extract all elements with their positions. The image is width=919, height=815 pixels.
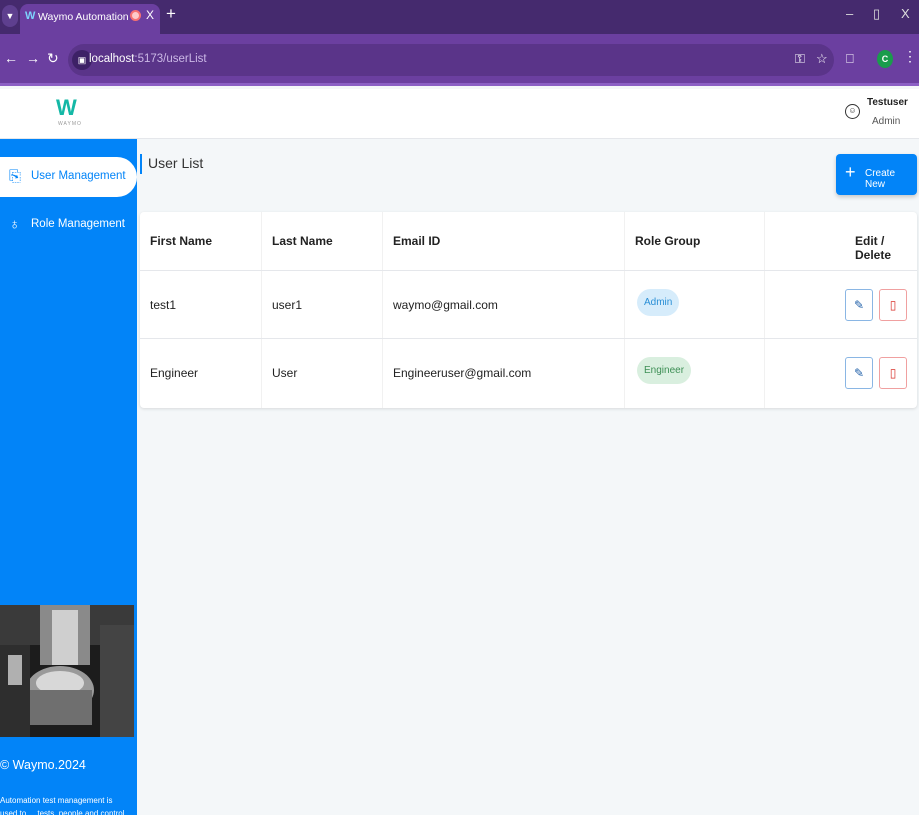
cell-first-name: test1 xyxy=(140,271,262,338)
url-text: localhost:5173/userList xyxy=(89,53,207,65)
column-header-label: First Name xyxy=(150,234,213,248)
plus-icon: + xyxy=(845,162,856,182)
url-path: :5173/userList xyxy=(134,53,207,65)
cell-text: user1 xyxy=(272,298,303,312)
bookmark-star-icon[interactable]: ☆ xyxy=(816,51,828,67)
role-badge: Admin xyxy=(637,289,680,316)
waymo-favicon-icon: W xyxy=(25,10,36,22)
browser-tab[interactable]: W Waymo Automation X xyxy=(20,4,160,34)
copyright-text: © Waymo.2024 xyxy=(0,758,86,772)
cell-role-group: Admin xyxy=(625,271,765,338)
create-new-label: Create New xyxy=(865,168,896,190)
cell-text: waymo@gmail.com xyxy=(393,298,498,312)
tab-title: Waymo Automation xyxy=(38,11,129,23)
cell-last-name: User xyxy=(262,339,383,408)
sidebar-item-label: Role Management xyxy=(31,218,125,230)
cell-text: Engineeruser@gmail.com xyxy=(393,366,532,380)
page-title: User List xyxy=(140,154,203,174)
tab-search-button[interactable]: ▼ xyxy=(2,5,18,27)
cell-actions: ✎ ▯ xyxy=(765,339,917,408)
profile-avatar[interactable]: C xyxy=(877,50,893,68)
logo-text: WAYMO xyxy=(58,121,82,127)
cell-email: waymo@gmail.com xyxy=(383,271,625,338)
extensions-icon[interactable]: ⎕ xyxy=(846,51,854,67)
cell-role-group: Engineer xyxy=(625,339,765,408)
column-header-label: Email ID xyxy=(393,234,441,248)
recording-icon xyxy=(130,10,141,21)
sidebar-photo xyxy=(0,605,134,737)
tab-close-icon[interactable]: X xyxy=(146,8,154,22)
user-table: First Name Last Name Email ID Role Group… xyxy=(140,212,917,408)
user-avatar-icon[interactable]: ☺ xyxy=(845,104,860,119)
column-header-label: Role Group xyxy=(635,234,701,248)
sidebar-description: Automation test management is used to ..… xyxy=(0,796,125,815)
sidebar-item-role-management[interactable]: ♁ Role Management xyxy=(0,205,137,245)
waymo-logo-icon[interactable]: W xyxy=(56,95,77,121)
address-bar[interactable]: ▣ localhost:5173/userList ⚿ ☆ xyxy=(68,44,834,76)
restore-icon[interactable]: ▯ xyxy=(873,6,880,22)
column-header-role-group[interactable]: Role Group xyxy=(625,212,765,270)
column-header-first-name[interactable]: First Name xyxy=(140,212,262,270)
url-host: localhost xyxy=(89,53,135,65)
table-row: test1 user1 waymo@gmail.com Admin ✎ ▯ xyxy=(140,271,917,339)
browser-menu-icon[interactable]: ⋮ xyxy=(903,48,917,65)
column-header-label: Edit / Delete xyxy=(855,234,892,262)
user-role: Admin xyxy=(872,116,901,127)
sidebar-notch xyxy=(90,139,137,155)
column-header-email[interactable]: Email ID xyxy=(383,212,625,270)
browser-tab-bar: ▼ W Waymo Automation X + – ▯ X xyxy=(0,0,919,34)
reload-icon[interactable]: ↻ xyxy=(47,50,59,67)
column-header-label: Last Name xyxy=(272,234,333,248)
create-new-button[interactable]: + Create New xyxy=(836,154,917,195)
cell-actions: ✎ ▯ xyxy=(765,271,917,338)
table-row: Engineer User Engineeruser@gmail.com Eng… xyxy=(140,339,917,408)
column-header-edit-delete: Edit / Delete xyxy=(765,212,917,270)
cell-email: Engineeruser@gmail.com xyxy=(383,339,625,408)
cell-last-name: user1 xyxy=(262,271,383,338)
sidebar-item-user-management[interactable]: ⎘ User Management xyxy=(0,157,137,197)
column-header-last-name[interactable]: Last Name xyxy=(262,212,383,270)
edit-button[interactable]: ✎ xyxy=(845,357,873,389)
minimize-icon[interactable]: – xyxy=(846,6,853,21)
new-tab-icon[interactable]: + xyxy=(166,4,176,24)
cell-text: test1 xyxy=(150,298,177,312)
delete-button[interactable]: ▯ xyxy=(879,357,907,389)
window-close-icon[interactable]: X xyxy=(901,6,910,21)
browser-toolbar: ← → ↻ ▣ localhost:5173/userList ⚿ ☆ ⎕ C … xyxy=(0,34,919,86)
edit-button[interactable]: ✎ xyxy=(845,289,873,321)
cell-first-name: Engineer xyxy=(140,339,262,408)
user-management-icon: ⎘ xyxy=(9,168,22,185)
back-icon[interactable]: ← xyxy=(4,50,18,66)
password-key-icon[interactable]: ⚿ xyxy=(795,51,805,67)
user-name: Testuser xyxy=(867,97,908,108)
cell-text: Engineer xyxy=(150,366,199,380)
delete-button[interactable]: ▯ xyxy=(879,289,907,321)
table-header-row: First Name Last Name Email ID Role Group… xyxy=(140,212,917,271)
cell-text: User xyxy=(272,366,298,380)
role-badge: Engineer xyxy=(637,357,692,384)
role-management-icon: ♁ xyxy=(9,216,21,233)
sidebar: ⎘ User Management ♁ Role Management © Wa… xyxy=(0,139,137,815)
forward-icon[interactable]: → xyxy=(26,50,40,66)
sidebar-item-label: User Management xyxy=(31,170,126,182)
app-header: W WAYMO ☺ Testuser Admin xyxy=(0,89,919,139)
